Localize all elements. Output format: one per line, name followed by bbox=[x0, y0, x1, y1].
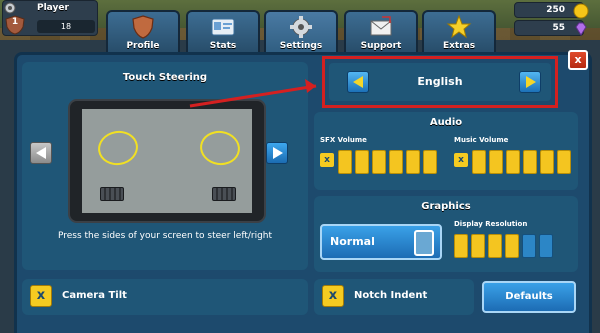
camera-tilt-row[interactable]: x Camera Tilt bbox=[22, 279, 308, 315]
camera-tilt-label: Camera Tilt bbox=[62, 290, 127, 301]
player-card[interactable]: 1 Player 18 bbox=[2, 0, 98, 36]
shield-icon bbox=[132, 15, 154, 39]
tab-label: Profile bbox=[126, 41, 160, 51]
language-next-button[interactable] bbox=[519, 71, 541, 93]
slider-segment[interactable] bbox=[522, 234, 536, 258]
gems-display[interactable]: 55 bbox=[514, 20, 587, 36]
player-rank: 1 bbox=[11, 17, 19, 27]
tab-label: Extras bbox=[442, 41, 476, 51]
gem-icon bbox=[575, 22, 587, 36]
slider-segment[interactable] bbox=[454, 234, 468, 258]
star-icon bbox=[446, 15, 472, 39]
close-button[interactable]: x bbox=[568, 50, 588, 70]
right-touch-circle bbox=[197, 128, 243, 168]
slider-segment[interactable] bbox=[489, 150, 503, 174]
tablet-screen bbox=[82, 109, 252, 213]
slider-segment[interactable] bbox=[539, 234, 553, 258]
coins-count: 250 bbox=[546, 5, 565, 15]
language-selector-highlight: English bbox=[322, 56, 558, 108]
player-level: 18 bbox=[37, 20, 95, 33]
graphics-card: Graphics Normal Display Resolution bbox=[314, 196, 578, 272]
tab-extras[interactable]: Extras bbox=[422, 10, 496, 54]
left-touch-circle bbox=[95, 127, 141, 169]
camera-tilt-checkbox[interactable]: x bbox=[30, 285, 52, 307]
defaults-button[interactable]: Defaults bbox=[482, 281, 576, 313]
slider-segment[interactable] bbox=[540, 150, 554, 174]
arrow-right-icon bbox=[273, 147, 283, 159]
id-card-icon bbox=[211, 18, 235, 36]
steering-prev-button[interactable] bbox=[30, 142, 52, 164]
slider-segment[interactable] bbox=[355, 150, 369, 174]
sfx-volume-slider[interactable]: x bbox=[320, 150, 440, 174]
gear-icon[interactable] bbox=[3, 1, 17, 15]
phone-icon bbox=[414, 230, 434, 256]
sfx-volume-label: SFX Volume bbox=[320, 136, 367, 144]
steering-title: Touch Steering bbox=[122, 72, 208, 83]
music-volume-slider[interactable]: x bbox=[454, 150, 574, 174]
music-volume-label: Music Volume bbox=[454, 136, 509, 144]
display-resolution-label: Display Resolution bbox=[454, 220, 528, 228]
tank-tread-icon bbox=[100, 187, 124, 201]
envelope-icon bbox=[370, 16, 392, 36]
steering-description: Press the sides of your screen to steer … bbox=[57, 231, 273, 241]
player-name: Player bbox=[37, 3, 69, 13]
slider-segment[interactable] bbox=[338, 150, 352, 174]
graphics-quality-value: Normal bbox=[330, 235, 375, 248]
graphics-title: Graphics bbox=[421, 201, 471, 212]
language-value: English bbox=[417, 75, 463, 88]
slider-segment[interactable] bbox=[472, 150, 486, 174]
coin-icon bbox=[573, 3, 589, 19]
notch-indent-label: Notch Indent bbox=[354, 290, 428, 301]
graphics-quality-button[interactable]: Normal bbox=[320, 224, 442, 260]
mute-icon[interactable]: x bbox=[454, 153, 468, 167]
mute-icon[interactable]: x bbox=[320, 153, 334, 167]
audio-card: Audio SFX Volume x Music Volume x bbox=[314, 112, 578, 190]
tab-settings[interactable]: Settings bbox=[264, 10, 338, 54]
language-selector: English bbox=[329, 63, 551, 101]
arrow-left-icon bbox=[353, 76, 363, 88]
coins-display[interactable]: 250 bbox=[514, 2, 589, 19]
slider-segment[interactable] bbox=[372, 150, 386, 174]
gear-icon bbox=[290, 16, 312, 38]
slider-segment[interactable] bbox=[423, 150, 437, 174]
tablet-illustration bbox=[68, 99, 266, 223]
audio-title: Audio bbox=[429, 117, 463, 128]
tab-label: Support bbox=[360, 41, 402, 51]
tab-stats[interactable]: Stats bbox=[186, 10, 260, 54]
tab-label: Settings bbox=[279, 41, 323, 51]
tab-label: Stats bbox=[209, 41, 237, 51]
steering-next-button[interactable] bbox=[266, 142, 288, 164]
rank-shield-icon: 1 bbox=[4, 15, 26, 35]
gems-count: 55 bbox=[552, 23, 565, 33]
arrow-right-icon bbox=[526, 76, 536, 88]
steering-card: Touch Steering Press the sides of your s… bbox=[22, 62, 308, 270]
language-prev-button[interactable] bbox=[347, 71, 369, 93]
tab-support[interactable]: Support bbox=[344, 10, 418, 54]
slider-segment[interactable] bbox=[557, 150, 571, 174]
tab-profile[interactable]: Profile bbox=[106, 10, 180, 54]
slider-segment[interactable] bbox=[471, 234, 485, 258]
arrow-left-icon bbox=[36, 147, 46, 159]
slider-segment[interactable] bbox=[506, 150, 520, 174]
display-resolution-slider[interactable] bbox=[454, 234, 574, 258]
tank-tread-icon bbox=[212, 187, 236, 201]
notch-indent-checkbox[interactable]: x bbox=[322, 285, 344, 307]
slider-segment[interactable] bbox=[406, 150, 420, 174]
slider-segment[interactable] bbox=[389, 150, 403, 174]
slider-segment[interactable] bbox=[523, 150, 537, 174]
notch-indent-row[interactable]: x Notch Indent bbox=[314, 279, 474, 315]
slider-segment[interactable] bbox=[488, 234, 502, 258]
slider-segment[interactable] bbox=[505, 234, 519, 258]
